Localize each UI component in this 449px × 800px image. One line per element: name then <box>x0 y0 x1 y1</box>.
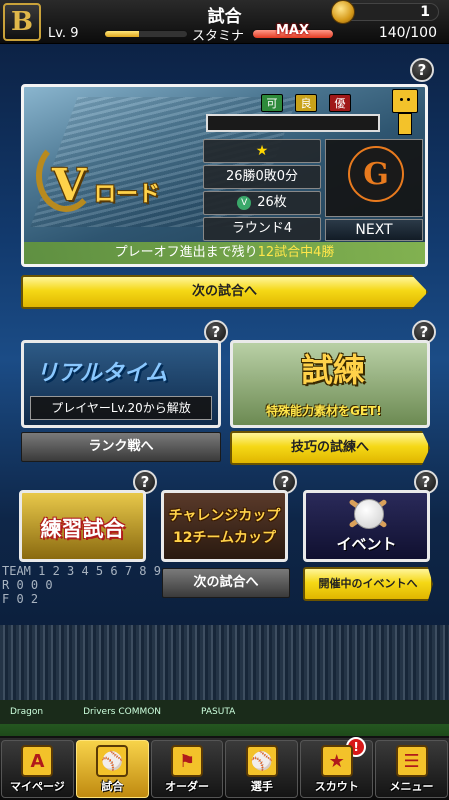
coin-icon <box>331 0 355 24</box>
event-panel[interactable]: イベント <box>303 490 430 562</box>
level-progress-bar <box>104 30 188 38</box>
nav-label: メニュー <box>389 780 434 793</box>
bottom-nav: A マイページ ⚾ 試合 ⚑ オーダー ⚾ 選手 ! ★ スカウト ☰ メニュー <box>0 736 449 800</box>
nav-menu[interactable]: ☰ メニュー <box>375 740 448 798</box>
vroad-v-letter: V <box>52 160 87 211</box>
grade-progress-bar <box>206 114 380 132</box>
nav-label: スカウト <box>314 780 359 793</box>
vroad-title: ロード <box>94 182 161 207</box>
vroad-panel[interactable]: 可 良 優 V ロード ★ 26勝0敗0分 V 26枚 ラウンド4 G NEXT … <box>21 84 428 267</box>
nav-label: 試合 <box>101 780 124 793</box>
opponent-team-emblem-icon: G <box>348 146 404 202</box>
grade-ryo: 良 <box>295 94 317 112</box>
nav-mypage[interactable]: A マイページ <box>1 740 74 798</box>
coin-count: 1 <box>420 4 430 20</box>
skill-trial-button[interactable]: 技巧の試練へ <box>230 431 430 465</box>
nav-label: オーダー <box>165 780 210 793</box>
scout-icon: ★ <box>320 745 353 777</box>
stamina-max-label: MAX <box>276 23 310 38</box>
realtime-title: リアルタイム <box>36 361 168 386</box>
nav-order[interactable]: ⚑ オーダー <box>150 740 224 798</box>
playoff-status: プレーオフ進出まで残り12試合中4勝 <box>24 242 425 264</box>
win-loss-record: 26勝0敗0分 <box>203 165 321 189</box>
challenge-cup-panel[interactable]: チャレンジカップ 12チームカップ <box>161 490 288 562</box>
rank-match-button[interactable]: ランク戦へ <box>21 432 221 462</box>
challenge-cup-title: チャレンジカップ 12チームカップ <box>168 508 281 546</box>
shiren-panel[interactable]: 試練 特殊能力素材をGET! <box>230 340 430 428</box>
nav-players[interactable]: ⚾ 選手 <box>225 740 299 798</box>
stadium-ads: Dragon Drivers COMMON PASUTA <box>0 700 449 724</box>
crowd-image <box>0 625 449 705</box>
players-icon: ⚾ <box>245 745 278 777</box>
realtime-panel[interactable]: リアルタイム プレイヤーLv.20から解放 <box>21 340 221 428</box>
nav-label: マイページ <box>10 780 65 793</box>
vroad-badge: V ロード <box>32 132 204 222</box>
round-label: ラウンド4 <box>203 217 321 241</box>
next-opponent-label: NEXT <box>325 219 423 241</box>
nav-match[interactable]: ⚾ 試合 <box>75 740 149 798</box>
ticket-count: V 26枚 <box>203 191 321 215</box>
vroad-next-match-button[interactable]: 次の試合へ <box>21 275 428 309</box>
top-header: B 試合 1 Lv. 9 スタミナ MAX 140/100 <box>0 0 449 44</box>
event-title: イベント <box>336 535 397 553</box>
vroad-help-icon[interactable]: ? <box>410 58 434 82</box>
nav-scout[interactable]: ! ★ スカウト <box>300 737 374 798</box>
coin-counter[interactable]: 1 <box>331 0 439 24</box>
current-event-button[interactable]: 開催中のイベントへ <box>303 567 433 601</box>
grade-row: 可 良 優 <box>261 94 351 112</box>
ticket-icon: V <box>237 195 252 210</box>
opponent-team-box: G <box>325 139 423 217</box>
mascot-icon <box>392 89 418 137</box>
baseball-icon <box>354 499 384 529</box>
grade-yu: 優 <box>329 94 351 112</box>
level-progress-fill <box>105 31 140 37</box>
realtime-lock-text: プレイヤーLv.20から解放 <box>30 396 212 420</box>
shiren-subtitle: 特殊能力素材をGET! <box>266 404 382 418</box>
practice-match-title: 練習試合 <box>40 517 125 541</box>
level-label: Lv. 9 <box>48 26 79 41</box>
order-icon: ⚑ <box>171 745 204 777</box>
menu-icon: ☰ <box>395 745 428 777</box>
nav-label: 選手 <box>250 780 273 793</box>
shiren-title: 試練 <box>301 351 366 389</box>
stamina-label: スタミナ <box>192 29 245 44</box>
grade-ka: 可 <box>261 94 283 112</box>
match-icon: ⚾ <box>96 745 129 777</box>
vroad-stats: ★ 26勝0敗0分 V 26枚 ラウンド4 <box>203 139 321 243</box>
mypage-icon: A <box>21 745 54 777</box>
practice-match-panel[interactable]: 練習試合 <box>19 490 146 562</box>
stamina-value: 140/100 <box>378 25 437 41</box>
rank-star-icon: ★ <box>203 139 321 163</box>
